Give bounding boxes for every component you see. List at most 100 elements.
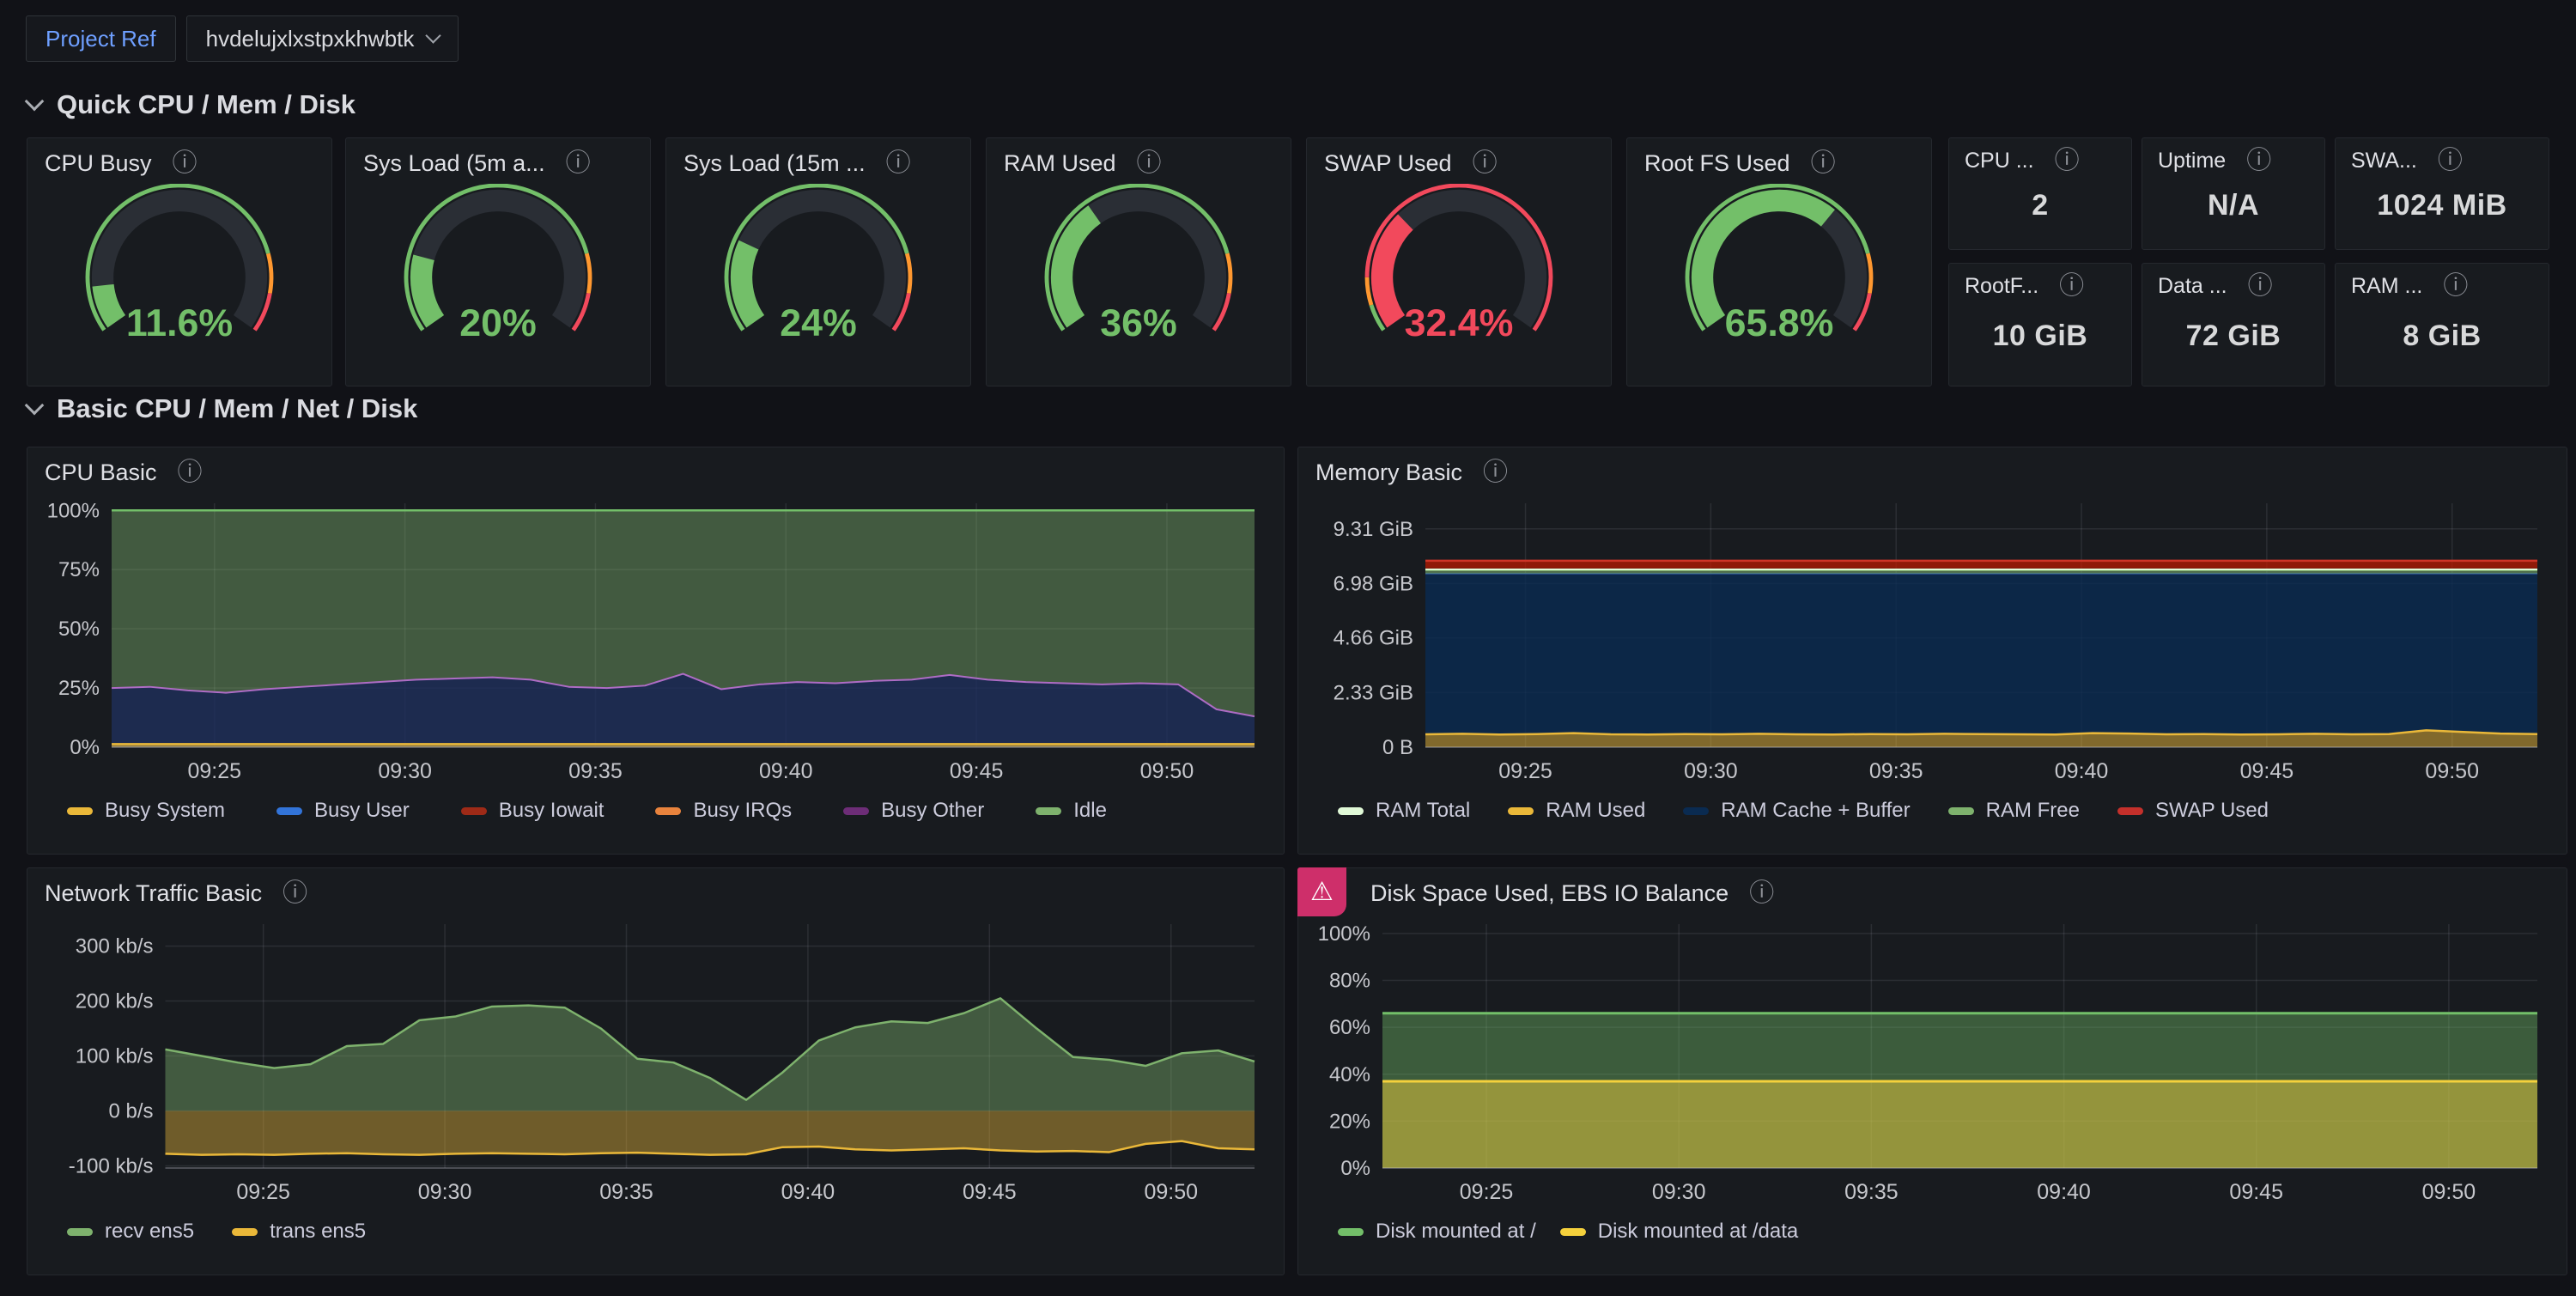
legend-item[interactable]: trans ens5	[232, 1220, 366, 1244]
dashboard-root: Project Ref hvdelujxlxstpxkhwbtk Quick C…	[0, 0, 2576, 1296]
legend-swatch	[67, 1228, 93, 1236]
legend-item[interactable]: RAM Cache + Buffer	[1683, 799, 1910, 823]
svg-text:09:45: 09:45	[950, 759, 1004, 783]
legend-label: Disk mounted at /	[1376, 1220, 1536, 1244]
legend-item[interactable]: RAM Used	[1508, 799, 1645, 823]
info-icon[interactable]	[566, 151, 591, 176]
panel-title[interactable]: RootF...	[1965, 274, 2038, 299]
panel-title[interactable]: Sys Load (15m ...	[683, 150, 866, 177]
panel-title[interactable]: RAM ...	[2351, 274, 2422, 299]
legend-item[interactable]: SWAP Used	[2117, 799, 2269, 823]
stat-value: N/A	[2142, 173, 2324, 249]
info-icon[interactable]	[2248, 274, 2273, 299]
svg-text:09:45: 09:45	[2240, 759, 2294, 783]
variable-value-dropdown[interactable]: hvdelujxlxstpxkhwbtk	[186, 15, 459, 62]
variable-label-button[interactable]: Project Ref	[26, 15, 176, 62]
info-icon[interactable]	[2055, 149, 2080, 173]
panel-title[interactable]: RAM Used	[1004, 150, 1116, 177]
legend-item[interactable]: RAM Free	[1948, 799, 2080, 823]
info-icon[interactable]	[1483, 460, 1508, 485]
svg-text:09:45: 09:45	[963, 1180, 1017, 1204]
alert-warning-icon[interactable]	[1297, 867, 1346, 916]
panel-title[interactable]: SWA...	[2351, 149, 2417, 173]
legend-item[interactable]: Busy Other	[843, 799, 984, 823]
svg-text:09:25: 09:25	[188, 759, 242, 783]
legend-item[interactable]: Disk mounted at /data	[1560, 1220, 1798, 1244]
legend-label: RAM Free	[1986, 799, 2080, 823]
legend-item[interactable]: Idle	[1036, 799, 1107, 823]
panel-title[interactable]: Root FS Used	[1644, 150, 1790, 177]
panel-rootfs-total: RootF... 10 GiB	[1948, 263, 2132, 386]
panel-cpu-busy: CPU Busy 11.6%	[27, 137, 332, 386]
panel-title[interactable]: Memory Basic	[1315, 459, 1462, 486]
svg-text:60%: 60%	[1329, 1016, 1370, 1039]
legend-item[interactable]: RAM Total	[1338, 799, 1470, 823]
panel-title[interactable]: CPU Busy	[45, 150, 152, 177]
panel-title[interactable]: Uptime	[2158, 149, 2226, 173]
panel-cpu-basic: CPU Basic 0%25%50%75%100%09:2509:3009:35…	[27, 447, 1285, 855]
svg-text:0 B: 0 B	[1382, 736, 1413, 759]
legend-swatch	[461, 807, 487, 815]
legend-item[interactable]: Busy System	[67, 799, 225, 823]
info-icon[interactable]	[1137, 151, 1162, 176]
legend-label: Busy Iowait	[499, 799, 605, 823]
network-traffic-chart[interactable]: -100 kb/s0 b/s100 kb/s200 kb/s300 kb/s09…	[43, 912, 1268, 1213]
panel-cpu-cores: CPU ... 2	[1948, 137, 2132, 250]
chevron-down-icon	[25, 92, 45, 112]
legend-label: SWAP Used	[2155, 799, 2269, 823]
svg-text:09:30: 09:30	[418, 1180, 472, 1204]
svg-text:100%: 100%	[47, 499, 100, 522]
svg-text:09:35: 09:35	[1869, 759, 1923, 783]
svg-text:300 kb/s: 300 kb/s	[76, 935, 154, 958]
variable-label: Project Ref	[46, 26, 156, 52]
panel-title[interactable]: Data ...	[2158, 274, 2227, 299]
legend-label: Idle	[1073, 799, 1107, 823]
info-icon[interactable]	[1811, 151, 1836, 176]
svg-text:09:50: 09:50	[1140, 759, 1194, 783]
info-icon[interactable]	[283, 881, 307, 906]
toolbar: Project Ref hvdelujxlxstpxkhwbtk	[26, 15, 459, 62]
legend-item[interactable]: Busy IRQs	[655, 799, 792, 823]
legend-item[interactable]: Disk mounted at /	[1338, 1220, 1536, 1244]
info-icon[interactable]	[1473, 151, 1498, 176]
panel-title[interactable]: CPU Basic	[45, 459, 157, 486]
legend-swatch	[1508, 807, 1534, 815]
variable-value: hvdelujxlxstpxkhwbtk	[206, 26, 415, 52]
info-icon[interactable]	[1749, 881, 1774, 906]
svg-text:2.33 GiB: 2.33 GiB	[1334, 681, 1413, 704]
memory-basic-legend: RAM Total RAM Used RAM Cache + Buffer RAM F…	[1298, 792, 2567, 823]
chevron-down-icon	[25, 396, 45, 416]
info-icon[interactable]	[886, 151, 911, 176]
svg-text:100 kb/s: 100 kb/s	[76, 1045, 154, 1068]
svg-text:09:45: 09:45	[2229, 1180, 2283, 1204]
legend-label: Disk mounted at /data	[1598, 1220, 1798, 1244]
disk-space-chart[interactable]: 0%20%40%60%80%100%09:2509:3009:3509:4009…	[1314, 912, 2551, 1213]
legend-item[interactable]: Busy User	[276, 799, 410, 823]
svg-text:9.31 GiB: 9.31 GiB	[1334, 518, 1413, 541]
svg-text:24%: 24%	[780, 302, 857, 344]
stat-value: 72 GiB	[2142, 299, 2324, 386]
legend-label: trans ens5	[270, 1220, 366, 1244]
section-header-basic[interactable]: Basic CPU / Mem / Net / Disk	[27, 393, 417, 424]
panel-title[interactable]: Network Traffic Basic	[45, 880, 262, 907]
svg-text:20%: 20%	[459, 302, 537, 344]
panel-title[interactable]: SWAP Used	[1324, 150, 1452, 177]
legend-item[interactable]: recv ens5	[67, 1220, 194, 1244]
panel-title[interactable]: Disk Space Used, EBS IO Balance	[1370, 880, 1728, 907]
svg-text:09:35: 09:35	[599, 1180, 653, 1204]
info-icon[interactable]	[2246, 149, 2271, 173]
info-icon[interactable]	[2443, 274, 2468, 299]
gauge-chart: 36%	[987, 184, 1291, 366]
info-icon[interactable]	[173, 151, 197, 176]
legend-item[interactable]: Busy Iowait	[461, 799, 605, 823]
info-icon[interactable]	[2059, 274, 2084, 299]
section-header-quick[interactable]: Quick CPU / Mem / Disk	[27, 89, 355, 120]
cpu-basic-chart[interactable]: 0%25%50%75%100%09:2509:3009:3509:4009:45…	[43, 491, 1268, 792]
svg-text:100%: 100%	[1318, 922, 1370, 946]
panel-title[interactable]: Sys Load (5m a...	[363, 150, 545, 177]
panel-title[interactable]: CPU ...	[1965, 149, 2034, 173]
info-icon[interactable]	[178, 460, 203, 485]
memory-basic-chart[interactable]: 0 B2.33 GiB4.66 GiB6.98 GiB9.31 GiB09:25…	[1314, 491, 2551, 792]
legend-swatch	[1683, 807, 1709, 815]
info-icon[interactable]	[2438, 149, 2463, 173]
